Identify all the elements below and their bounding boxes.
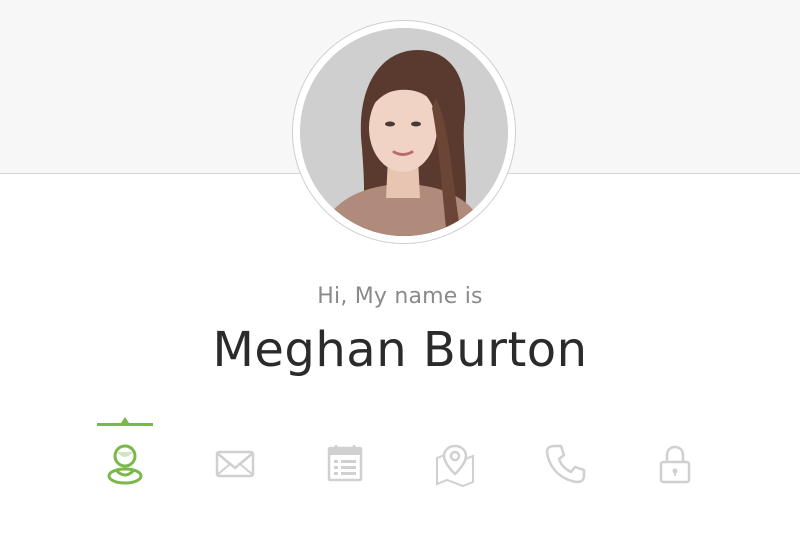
greeting-text: Hi, My name is bbox=[317, 284, 483, 309]
nav-item-email[interactable] bbox=[180, 420, 290, 500]
avatar-frame bbox=[292, 20, 516, 244]
avatar bbox=[300, 28, 508, 236]
lock-icon bbox=[659, 445, 691, 484]
profile-nav bbox=[70, 417, 730, 500]
active-indicator bbox=[97, 417, 153, 426]
nav-item-user[interactable] bbox=[70, 417, 180, 500]
nav-item-password[interactable] bbox=[620, 420, 730, 500]
nav-item-calendar[interactable] bbox=[290, 420, 400, 500]
user-icon bbox=[107, 444, 143, 485]
profile-name: Meghan Burton bbox=[212, 322, 588, 378]
calendar-icon bbox=[327, 445, 363, 482]
nav-item-location[interactable] bbox=[400, 420, 510, 500]
phone-icon bbox=[545, 444, 586, 484]
avatar-photo bbox=[300, 28, 508, 236]
envelope-icon bbox=[215, 450, 255, 478]
map-pin-icon bbox=[436, 444, 474, 488]
nav-item-phone[interactable] bbox=[510, 420, 620, 500]
